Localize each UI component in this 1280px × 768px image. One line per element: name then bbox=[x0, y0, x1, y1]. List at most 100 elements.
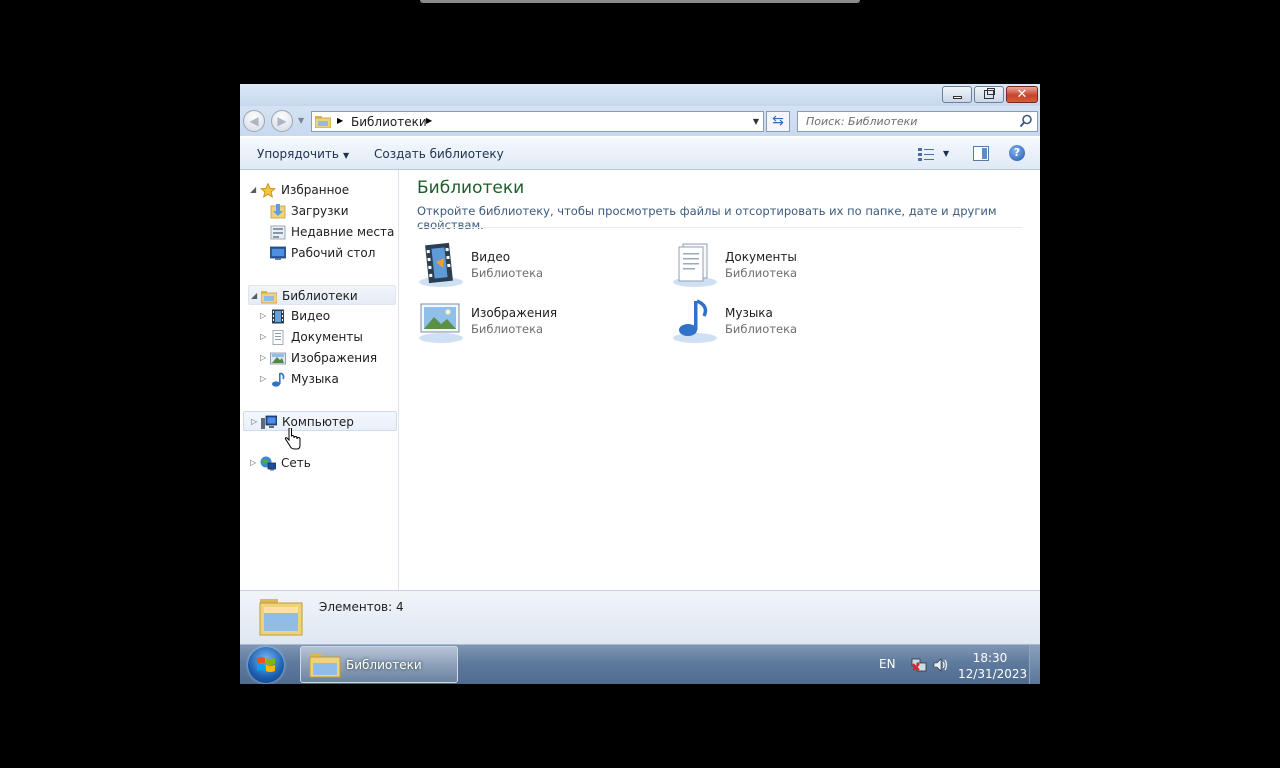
expand-arrow-icon[interactable]: ▷ bbox=[260, 306, 266, 326]
libraries-folder-icon bbox=[261, 291, 277, 304]
taskbar-item-libraries[interactable]: Библиотеки bbox=[300, 646, 458, 683]
music-library-icon bbox=[673, 299, 717, 343]
documents-library-icon bbox=[673, 243, 717, 287]
preview-pane-icon[interactable] bbox=[973, 146, 989, 161]
restore-button[interactable] bbox=[974, 86, 1004, 103]
views-dropdown-icon[interactable]: ▼ bbox=[943, 149, 949, 158]
library-tile-pictures[interactable]: Изображения Библиотека bbox=[417, 298, 657, 348]
clock[interactable]: 18:30 12/31/2023 bbox=[958, 650, 1028, 682]
back-arrow-icon: ◀ bbox=[249, 114, 259, 128]
refresh-button[interactable]: ⇆ bbox=[766, 111, 790, 132]
volume-icon[interactable] bbox=[933, 658, 949, 672]
tree-network-label: Сеть bbox=[281, 456, 311, 470]
tree-libraries-label: Библиотеки bbox=[282, 289, 358, 303]
library-name: Музыка bbox=[725, 306, 773, 320]
item-count: Элементов: 4 bbox=[319, 600, 404, 614]
search-input[interactable] bbox=[798, 112, 1016, 131]
forward-arrow-icon: ▶ bbox=[277, 114, 287, 128]
top-notch bbox=[420, 0, 860, 3]
libraries-folder-icon bbox=[259, 599, 303, 636]
expand-arrow-icon[interactable]: ▷ bbox=[260, 327, 266, 347]
tree-item-recent-places-label: Недавние места bbox=[291, 225, 395, 239]
tree-item-pictures-label: Изображения bbox=[291, 351, 378, 365]
expand-arrow-icon[interactable]: ▷ bbox=[260, 369, 266, 389]
expand-arrow-icon[interactable]: ▷ bbox=[251, 412, 257, 432]
tree-libraries[interactable]: ◢ Библиотеки bbox=[248, 285, 396, 305]
refresh-icon: ⇆ bbox=[772, 113, 784, 129]
language-indicator[interactable]: EN bbox=[879, 657, 896, 671]
tree-item-video[interactable]: ▷ Видео bbox=[248, 306, 396, 326]
network-icon bbox=[260, 456, 276, 471]
search-box[interactable] bbox=[797, 111, 1038, 132]
library-name: Изображения bbox=[471, 306, 558, 320]
new-library-button[interactable]: Создать библиотеку bbox=[374, 147, 504, 161]
show-desktop-button[interactable] bbox=[1029, 645, 1040, 684]
tree-item-documents-label: Документы bbox=[291, 330, 363, 344]
library-tile-documents[interactable]: Документы Библиотека bbox=[671, 242, 911, 292]
computer-icon bbox=[261, 415, 277, 429]
expand-arrow-icon[interactable]: ▷ bbox=[250, 453, 256, 473]
tree-item-documents[interactable]: ▷ Документы bbox=[248, 327, 396, 347]
page-title: Библиотеки bbox=[417, 178, 525, 198]
recent-pages-dropdown-icon[interactable]: ▼ bbox=[298, 116, 304, 125]
library-name: Документы bbox=[725, 250, 797, 264]
breadcrumb-libraries[interactable]: Библиотеки bbox=[351, 115, 427, 129]
collapse-arrow-icon[interactable]: ◢ bbox=[250, 180, 256, 200]
command-bar: Упорядочить ▼ Создать библиотеку ▼ ? bbox=[240, 138, 1040, 170]
tree-item-downloads[interactable]: Загрузки bbox=[248, 201, 396, 221]
organize-label: Упорядочить bbox=[257, 147, 339, 161]
organize-button[interactable]: Упорядочить ▼ bbox=[257, 147, 349, 161]
downloads-folder-icon bbox=[270, 204, 286, 219]
organize-dropdown-icon: ▼ bbox=[342, 151, 350, 160]
pictures-icon bbox=[270, 352, 286, 365]
desktop-icon bbox=[270, 246, 286, 260]
start-button[interactable] bbox=[248, 647, 284, 683]
taskbar: Библиотеки EN 18:30 12/31/2023 bbox=[240, 644, 1040, 684]
breadcrumb-arrow-icon[interactable]: ▶ bbox=[337, 116, 343, 125]
video-icon bbox=[272, 309, 284, 324]
recent-places-icon bbox=[270, 225, 286, 240]
breadcrumb-arrow-icon[interactable]: ▶ bbox=[426, 116, 432, 125]
tree-item-pictures[interactable]: ▷ Изображения bbox=[248, 348, 396, 368]
address-bar[interactable]: ▶ Библиотеки ▶ ▼ bbox=[311, 111, 764, 132]
star-icon bbox=[260, 183, 276, 198]
help-icon[interactable]: ? bbox=[1009, 145, 1025, 161]
explorer-window: ✕ ◀ ▶ ▼ ▶ Библиотеки ▶ ▼ ⇆ Уп bbox=[240, 84, 1040, 684]
search-icon[interactable] bbox=[1019, 114, 1033, 128]
collapse-arrow-icon[interactable]: ◢ bbox=[251, 286, 257, 306]
library-type: Библиотека bbox=[725, 322, 798, 336]
tree-favorites[interactable]: ◢ Избранное bbox=[248, 180, 396, 200]
navigation-bar: ◀ ▶ ▼ ▶ Библиотеки ▶ ▼ ⇆ bbox=[240, 106, 1040, 136]
caption-buttons: ✕ bbox=[940, 86, 1038, 103]
title-bar[interactable]: ✕ bbox=[240, 84, 1040, 106]
close-button[interactable]: ✕ bbox=[1006, 86, 1038, 103]
back-button[interactable]: ◀ bbox=[243, 110, 265, 132]
tree-item-music[interactable]: ▷ Музыка bbox=[248, 369, 396, 389]
forward-button[interactable]: ▶ bbox=[271, 110, 293, 132]
clock-time: 18:30 bbox=[972, 651, 1008, 665]
clock-date: 12/31/2023 bbox=[958, 667, 1028, 681]
tree-item-music-label: Музыка bbox=[291, 372, 339, 386]
tree-item-desktop-label: Рабочий стол bbox=[291, 246, 376, 260]
libraries-folder-icon bbox=[309, 654, 341, 678]
library-type: Библиотека bbox=[471, 266, 544, 280]
details-pane: Элементов: 4 bbox=[240, 590, 1040, 644]
tree-item-recent-places[interactable]: Недавние места bbox=[248, 222, 396, 242]
library-tile-video[interactable]: Видео Библиотека bbox=[417, 242, 657, 292]
minimize-button[interactable] bbox=[942, 86, 972, 103]
network-tray-icon[interactable] bbox=[911, 658, 927, 672]
address-dropdown-icon[interactable]: ▼ bbox=[753, 117, 759, 126]
hand-cursor-icon bbox=[284, 428, 301, 450]
tree-computer[interactable]: ▷ Компьютер bbox=[243, 411, 397, 431]
close-icon: ✕ bbox=[1016, 87, 1028, 102]
tree-network[interactable]: ▷ Сеть bbox=[248, 453, 396, 473]
change-view-icon[interactable] bbox=[918, 147, 934, 161]
library-tile-music[interactable]: Музыка Библиотека bbox=[671, 298, 911, 348]
content-area: Библиотеки Откройте библиотеку, чтобы пр… bbox=[399, 170, 1040, 590]
tree-favorites-label: Избранное bbox=[281, 183, 350, 197]
expand-arrow-icon[interactable]: ▷ bbox=[260, 348, 266, 368]
restore-icon bbox=[984, 90, 994, 99]
tree-item-desktop[interactable]: Рабочий стол bbox=[248, 243, 396, 263]
navigation-pane: ◢ Избранное Загрузки Недавние места Рабо… bbox=[240, 170, 399, 590]
music-note-icon bbox=[272, 372, 285, 387]
